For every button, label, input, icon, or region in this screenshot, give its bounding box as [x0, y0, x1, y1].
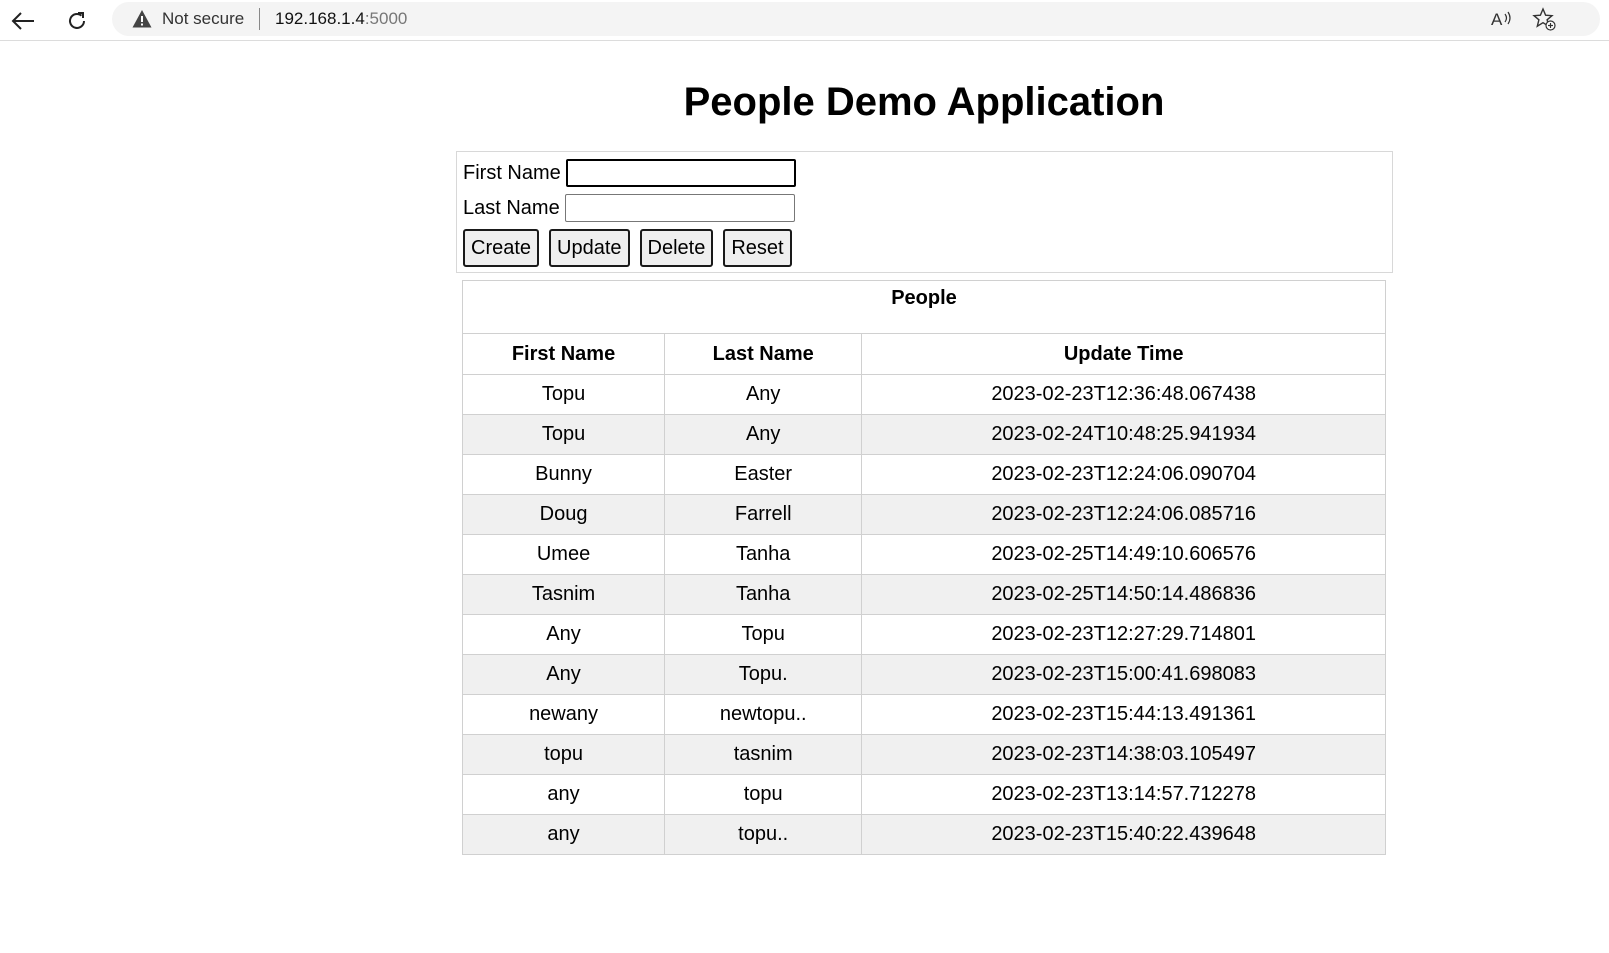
first-name-label: First Name — [463, 161, 561, 184]
last-name-cell[interactable]: Tanha — [664, 574, 863, 615]
form-buttons: Create Update Delete Reset — [463, 229, 792, 267]
first-name-cell[interactable]: Tasnim — [461, 574, 666, 615]
first-name-cell[interactable]: Topu — [461, 414, 666, 455]
last-name-cell[interactable]: newtopu.. — [664, 694, 863, 735]
table-row[interactable]: topu tasnim 2023-02-23T14:38:03.105497 — [461, 734, 1386, 775]
table-row[interactable]: Umee Tanha 2023-02-25T14:49:10.606576 — [461, 534, 1386, 575]
last-name-label: Last Name — [463, 196, 560, 219]
people-table: People First Name Last Name Update Time … — [461, 280, 1386, 855]
last-name-cell[interactable]: Tanha — [664, 534, 863, 575]
last-name-input[interactable] — [564, 194, 795, 222]
update-time-cell[interactable]: 2023-02-23T15:40:22.439648 — [861, 814, 1386, 855]
table-row[interactable]: Any Topu 2023-02-23T12:27:29.714801 — [461, 614, 1386, 655]
add-favorite-icon[interactable] — [1532, 7, 1556, 31]
url-separator — [259, 8, 260, 30]
table-row[interactable]: Any Topu. 2023-02-23T15:00:41.698083 — [461, 654, 1386, 695]
read-aloud-icon[interactable]: A — [1490, 8, 1514, 30]
first-name-cell[interactable]: Topu — [461, 374, 666, 415]
last-name-cell[interactable]: Any — [664, 374, 863, 415]
table-row[interactable]: Doug Farrell 2023-02-23T12:24:06.085716 — [461, 494, 1386, 535]
last-name-cell[interactable]: Easter — [664, 454, 863, 495]
first-name-cell[interactable]: Any — [461, 654, 666, 695]
update-time-cell[interactable]: 2023-02-25T14:50:14.486836 — [861, 574, 1386, 615]
first-name-cell[interactable]: any — [461, 774, 666, 815]
security-status-label[interactable]: Not secure — [162, 9, 244, 29]
last-name-cell[interactable]: Any — [664, 414, 863, 455]
first-name-cell[interactable]: Any — [461, 614, 666, 655]
first-name-cell[interactable]: Doug — [461, 494, 666, 535]
last-name-cell[interactable]: Topu. — [664, 654, 863, 695]
table-header-row: First Name Last Name Update Time — [461, 333, 1386, 375]
last-name-cell[interactable]: topu — [664, 774, 863, 815]
column-header-update-time: Update Time — [861, 333, 1386, 375]
table-row[interactable]: Bunny Easter 2023-02-23T12:24:06.090704 — [461, 454, 1386, 495]
table-row[interactable]: newany newtopu.. 2023-02-23T15:44:13.491… — [461, 694, 1386, 735]
reset-button[interactable]: Reset — [723, 229, 792, 267]
first-name-cell[interactable]: topu — [461, 734, 666, 775]
last-name-cell[interactable]: Topu — [664, 614, 863, 655]
update-time-cell[interactable]: 2023-02-23T12:36:48.067438 — [861, 374, 1386, 415]
update-time-cell[interactable]: 2023-02-23T14:38:03.105497 — [861, 734, 1386, 775]
update-time-cell[interactable]: 2023-02-23T15:00:41.698083 — [861, 654, 1386, 695]
reload-icon[interactable] — [62, 6, 92, 36]
update-time-cell[interactable]: 2023-02-23T13:14:57.712278 — [861, 774, 1386, 815]
create-button[interactable]: Create — [463, 229, 540, 267]
person-form: First Name Last Name Create Update Delet… — [456, 151, 1393, 273]
browser-toolbar: Not secure 192.168.1.4:5000 A — [0, 0, 1609, 41]
table-row[interactable]: any topu 2023-02-23T13:14:57.712278 — [461, 774, 1386, 815]
table-row[interactable]: any topu.. 2023-02-23T15:40:22.439648 — [461, 814, 1386, 855]
first-name-cell[interactable]: newany — [461, 694, 666, 735]
address-bar[interactable]: Not secure 192.168.1.4:5000 A — [112, 2, 1600, 36]
column-header-first-name: First Name — [461, 333, 666, 375]
url-host: 192.168.1.4 — [275, 9, 365, 28]
url-text[interactable]: 192.168.1.4:5000 — [275, 9, 407, 29]
last-name-cell[interactable]: tasnim — [664, 734, 863, 775]
table-row[interactable]: Topu Any 2023-02-23T12:36:48.067438 — [461, 374, 1386, 415]
first-name-row: First Name — [463, 158, 796, 188]
last-name-row: Last Name — [463, 193, 795, 223]
page-title: People Demo Application — [683, 80, 1165, 124]
update-time-cell[interactable]: 2023-02-24T10:48:25.941934 — [861, 414, 1386, 455]
svg-text:A: A — [1491, 10, 1503, 29]
first-name-cell[interactable]: any — [461, 814, 666, 855]
last-name-cell[interactable]: Farrell — [664, 494, 863, 535]
update-button[interactable]: Update — [549, 229, 630, 267]
url-port: :5000 — [364, 9, 408, 28]
update-time-cell[interactable]: 2023-02-25T14:49:10.606576 — [861, 534, 1386, 575]
update-time-cell[interactable]: 2023-02-23T12:24:06.085716 — [861, 494, 1386, 535]
update-time-cell[interactable]: 2023-02-23T12:24:06.090704 — [861, 454, 1386, 495]
update-time-cell[interactable]: 2023-02-23T12:27:29.714801 — [861, 614, 1386, 655]
first-name-input[interactable] — [565, 159, 796, 187]
table-row[interactable]: Tasnim Tanha 2023-02-25T14:50:14.486836 — [461, 574, 1386, 615]
warning-icon[interactable] — [132, 9, 152, 29]
first-name-cell[interactable]: Umee — [461, 534, 666, 575]
table-row[interactable]: Topu Any 2023-02-24T10:48:25.941934 — [461, 414, 1386, 455]
first-name-cell[interactable]: Bunny — [461, 454, 666, 495]
column-header-last-name: Last Name — [664, 333, 863, 375]
last-name-cell[interactable]: topu.. — [664, 814, 863, 855]
delete-button[interactable]: Delete — [639, 229, 714, 267]
update-time-cell[interactable]: 2023-02-23T15:44:13.491361 — [861, 694, 1386, 735]
table-caption: People — [462, 280, 1386, 334]
back-arrow-icon[interactable] — [8, 6, 38, 36]
